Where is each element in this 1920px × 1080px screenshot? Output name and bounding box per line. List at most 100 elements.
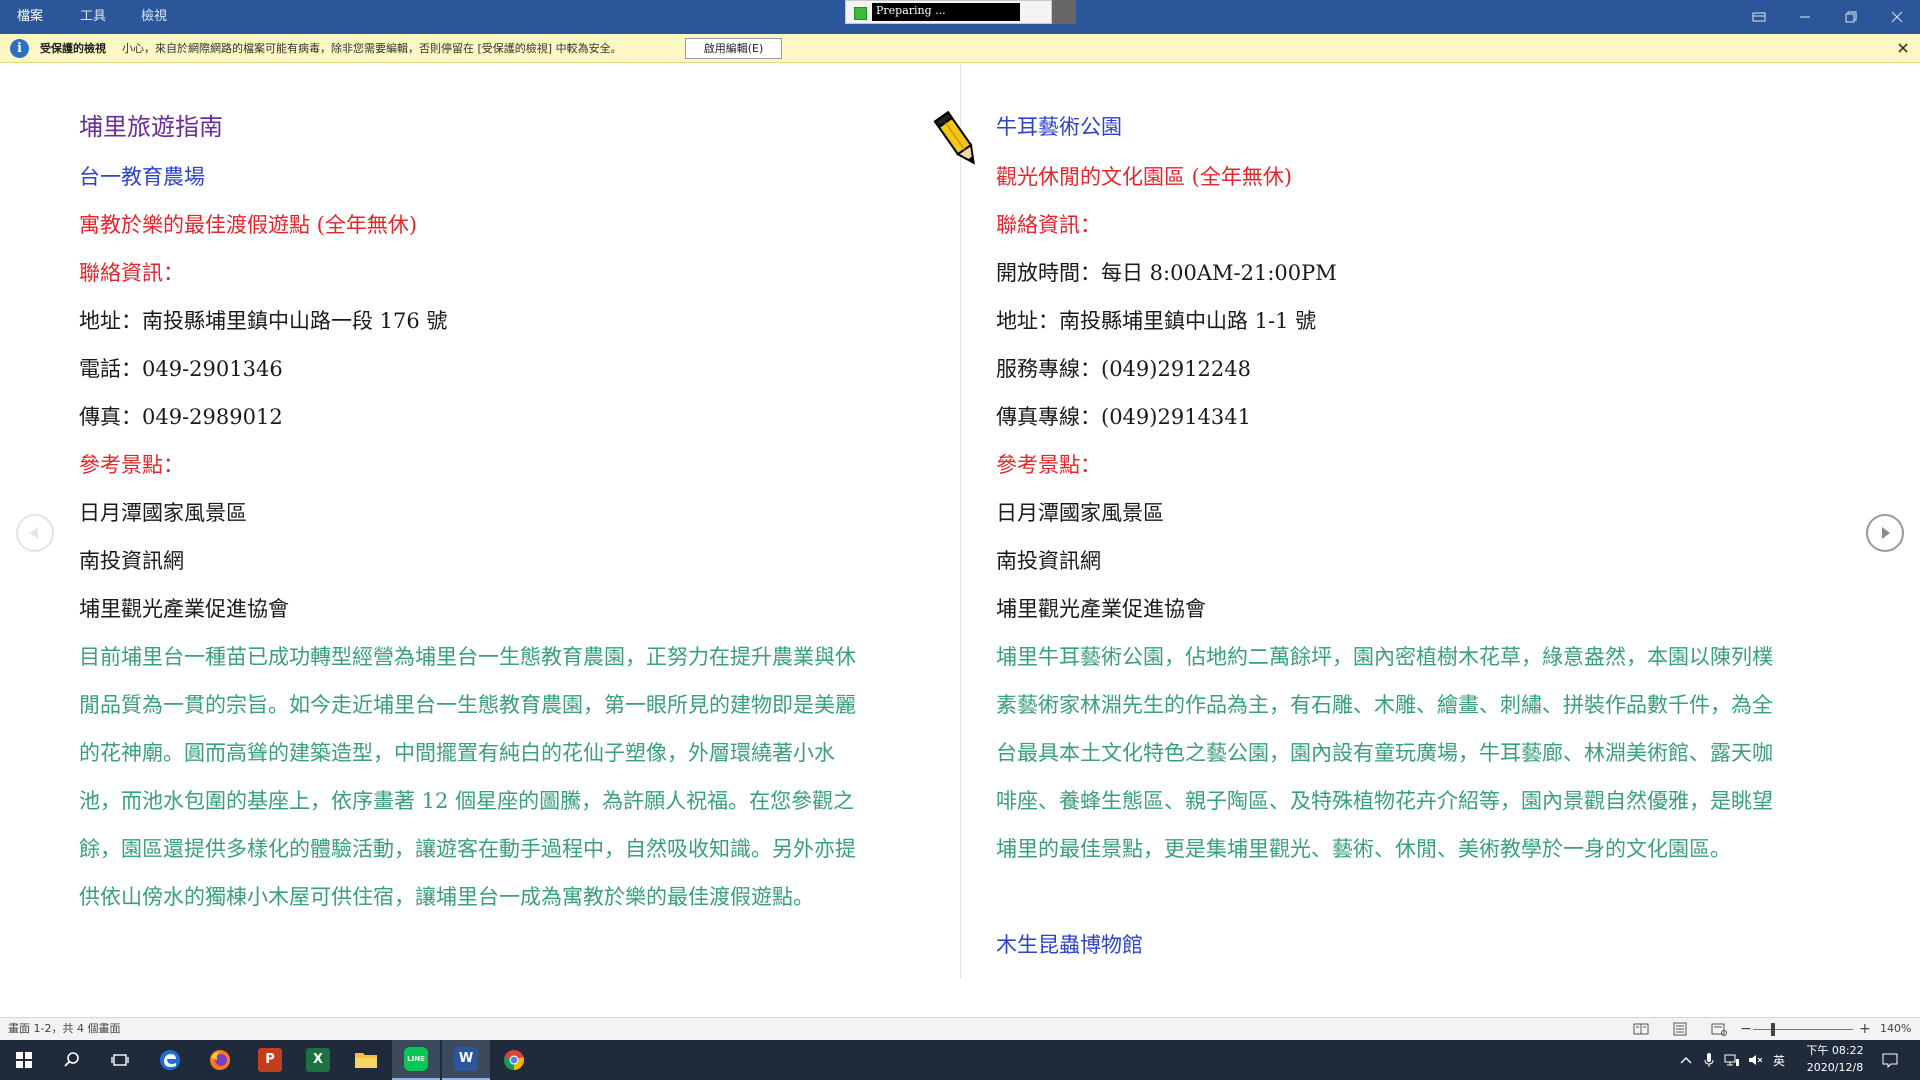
enable-editing-button[interactable]: 啟用編輯(E) [685, 38, 782, 59]
place-name: 牛耳藝術公園 [996, 115, 1122, 139]
file-explorer-app[interactable] [342, 1040, 390, 1080]
chevron-up-icon [1680, 1057, 1692, 1064]
notification-icon [1882, 1053, 1898, 1068]
fax: 傳真：049-2989012 [79, 405, 283, 429]
minimize-button[interactable] [1782, 0, 1828, 34]
clock-date: 2020/12/8 [1806, 1061, 1864, 1074]
place-tagline: 觀光休閒的文化園區 (全年無休) [996, 165, 1293, 189]
notifications-button[interactable] [1876, 1040, 1904, 1080]
web-layout-icon[interactable] [1711, 1022, 1727, 1036]
reference-item[interactable]: 日月潭國家風景區 [996, 498, 1164, 528]
reference-item[interactable]: 南投資訊網 [79, 546, 184, 576]
start-button[interactable] [0, 1040, 48, 1080]
reference-header: 參考景點： [79, 453, 184, 477]
task-view-button[interactable] [96, 1040, 144, 1080]
reference-header: 參考景點： [996, 453, 1101, 477]
previous-page-button[interactable] [16, 514, 54, 552]
description-line: 台最具本土文化特色之藝公園，園內設有童玩廣場，牛耳藝廊、林淵美術館、露天咖 [996, 741, 1773, 765]
description-line: 供依山傍水的獨棟小木屋可供住宿，讓埔里台一成為寓教於樂的最佳渡假遊點。 [79, 885, 814, 909]
pencil-cursor-icon [933, 110, 975, 165]
menu-view[interactable]: 檢視 [141, 0, 167, 34]
page-info: 畫面 1-2，共 4 個畫面 [8, 1022, 121, 1035]
volume-button[interactable] [1746, 1040, 1766, 1080]
opening-hours: 開放時間：每日 8:00AM-21:00PM [996, 261, 1337, 285]
description-line: 埔里牛耳藝術公園，佔地約二萬餘坪，園內密植樹木花草，綠意盎然，本園以陳列樸 [996, 645, 1773, 669]
page-divider [960, 64, 961, 979]
read-mode-icon[interactable] [1633, 1022, 1649, 1036]
close-icon [1891, 11, 1903, 23]
firefox-app[interactable] [196, 1040, 244, 1080]
print-layout-icon[interactable] [1672, 1022, 1688, 1036]
network-icon [1724, 1054, 1739, 1066]
search-button[interactable] [48, 1040, 96, 1080]
reference-item[interactable]: 南投資訊網 [996, 546, 1101, 576]
task-view-icon [111, 1054, 129, 1066]
excel-app[interactable]: X [294, 1040, 342, 1080]
status-bar: 畫面 1-2，共 4 個畫面 − + 140% [0, 1017, 1920, 1040]
fax-line: 傳真專線：(049)2914341 [996, 405, 1251, 429]
protected-view-bar: i 受保護的檢視 小心，來自於網際網路的檔案可能有病毒，除非您需要編輯，否則停留… [0, 34, 1920, 63]
microphone-button[interactable] [1700, 1040, 1718, 1080]
close-bar-icon[interactable] [1896, 41, 1910, 55]
line-app[interactable]: LINE [392, 1040, 440, 1080]
edge-icon [160, 1050, 180, 1070]
protected-view-message: 小心，來自於網際網路的檔案可能有病毒，除非您需要編輯，否則停留在 [受保護的檢視… [122, 42, 622, 55]
place-tagline: 寓教於樂的最佳渡假遊點 (全年無休) [79, 213, 418, 237]
chevron-right-icon [1882, 527, 1890, 539]
edge-app[interactable] [146, 1040, 194, 1080]
chevron-left-icon [30, 527, 38, 539]
zoom-in-button[interactable]: + [1859, 1018, 1871, 1040]
ime-indicator[interactable]: 英 [1770, 1040, 1788, 1080]
description-line: 閒品質為一貫的宗旨。如今走近埔里台一生態教育農園，第一眼所見的建物即是美麗 [79, 693, 856, 717]
description-line: 目前埔里台一種苗已成功轉型經營為埔里台一生態教育農園，正努力在提升農業與休 [79, 645, 856, 669]
zoom-level[interactable]: 140% [1880, 1018, 1911, 1040]
service-line: 服務專線：(049)2912248 [996, 357, 1251, 381]
clock[interactable]: 下午 08:22 2020/12/8 [1790, 1042, 1880, 1076]
reference-item[interactable]: 埔里觀光產業促進協會 [79, 594, 289, 624]
network-button[interactable] [1722, 1040, 1742, 1080]
address: 地址：南投縣埔里鎮中山路一段 176 號 [79, 309, 448, 333]
phone: 電話：049-2901346 [79, 357, 283, 381]
title-bar: 檔案 工具 檢視 Preparing ... [0, 0, 1920, 34]
zoom-slider-thumb[interactable] [1771, 1023, 1775, 1036]
info-shield-icon: i [10, 39, 29, 58]
zoom-out-button[interactable]: − [1740, 1018, 1752, 1040]
contact-header: 聯絡資訊： [79, 261, 184, 285]
description-paragraph: 目前埔里台一種苗已成功轉型經營為埔里台一生態教育農園，正努力在提升農業與休 閒品… [79, 642, 929, 930]
document-area: 埔里旅遊指南 台一教育農場 寓教於樂的最佳渡假遊點 (全年無休) 聯絡資訊： 地… [0, 64, 1920, 1017]
menu-file[interactable]: 檔案 [17, 0, 43, 34]
next-page-button[interactable] [1866, 514, 1904, 552]
excel-icon: X [306, 1048, 330, 1072]
reference-item[interactable]: 日月潭國家風景區 [79, 498, 247, 528]
clock-time: 下午 08:22 [1806, 1044, 1864, 1057]
progress-indicator-icon [854, 7, 867, 20]
word-icon: W [454, 1047, 478, 1071]
reference-item[interactable]: 埔里觀光產業促進協會 [996, 594, 1206, 624]
zoom-slider[interactable] [1753, 1029, 1853, 1030]
menu-tools[interactable]: 工具 [80, 0, 106, 34]
ribbon-display-icon [1752, 12, 1766, 22]
protected-view-title: 受保護的檢視 [40, 42, 106, 55]
close-window-button[interactable] [1874, 0, 1920, 34]
line-icon: LINE [404, 1047, 428, 1071]
progress-handle [1052, 0, 1076, 24]
ribbon-display-button[interactable] [1736, 0, 1782, 34]
microphone-icon [1704, 1053, 1714, 1067]
description-line: 餘，園區還提供多樣化的體驗活動，讓遊客在動手過程中，自然吸收知識。另外亦提 [79, 837, 856, 861]
doc-title: 埔里旅遊指南 [79, 113, 223, 141]
description-line: 池，而池水包圍的基座上，依序畫著 12 個星座的圖騰，為許願人祝福。在您參觀之 [79, 789, 855, 813]
search-icon [64, 1052, 79, 1067]
restore-icon [1845, 11, 1857, 23]
restore-button[interactable] [1828, 0, 1874, 34]
description-paragraph: 埔里牛耳藝術公園，佔地約二萬餘坪，園內密植樹木花草，綠意盎然，本園以陳列樸 素藝… [996, 642, 1876, 882]
description-line: 埔里的最佳景點，更是集埔里觀光、藝術、休閒、美術教學於一身的文化園區。 [996, 837, 1731, 861]
taskbar: P X LINE W 英 下午 08:22 2020/12/8 [0, 1040, 1920, 1080]
description-line: 素藝術家林淵先生的作品為主，有石雕、木雕、繪畫、刺繡、拼裝作品數千件，為全 [996, 693, 1773, 717]
powerpoint-app[interactable]: P [246, 1040, 294, 1080]
address: 地址：南投縣埔里鎮中山路 1-1 號 [996, 309, 1317, 333]
chrome-app[interactable] [490, 1040, 538, 1080]
file-explorer-icon [355, 1053, 377, 1068]
tray-overflow-button[interactable] [1677, 1040, 1695, 1080]
word-app[interactable]: W [442, 1040, 490, 1080]
description-line: 的花神廟。圓而高聳的建築造型，中間擺置有純白的花仙子塑像，外層環繞著小水 [79, 741, 835, 765]
